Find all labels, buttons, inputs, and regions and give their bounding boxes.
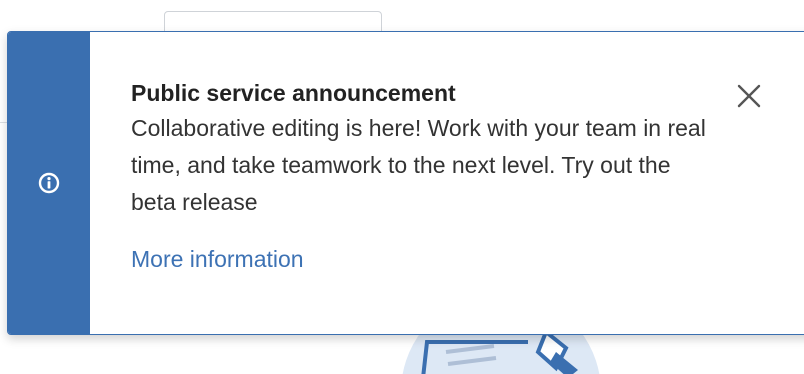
info-icon [38, 172, 60, 194]
toast-content: Public service announcement Collaborativ… [90, 32, 804, 334]
close-icon [737, 84, 761, 108]
app-background: Public service announcement Collaborativ… [0, 0, 804, 374]
toast-accent-rail [8, 32, 90, 334]
close-button[interactable] [733, 80, 765, 112]
more-information-link[interactable]: More information [131, 244, 304, 274]
announcement-toast: Public service announcement Collaborativ… [7, 31, 804, 335]
toast-message: Collaborative editing is here! Work with… [131, 115, 706, 215]
toast-title: Public service announcement [131, 80, 456, 106]
